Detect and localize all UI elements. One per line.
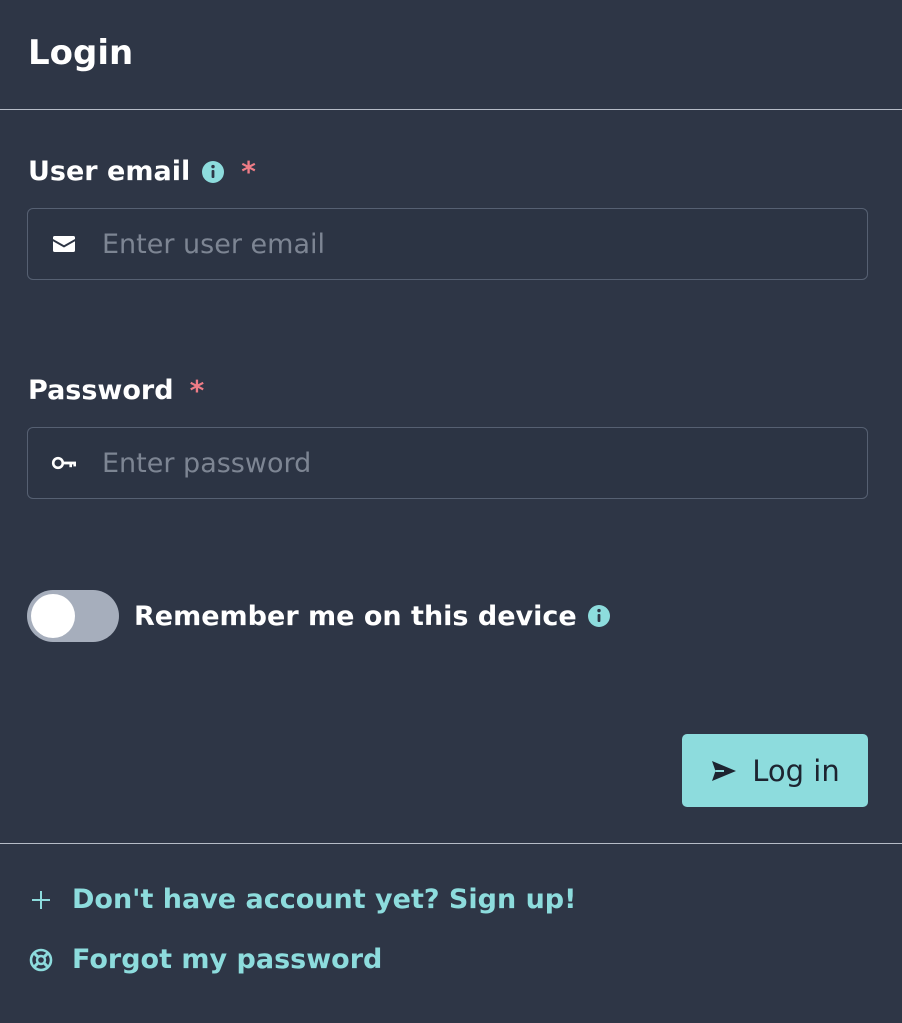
email-input-wrapper [27,208,868,280]
lifebuoy-icon [28,947,54,973]
info-icon[interactable] [201,160,225,184]
send-icon [710,757,738,785]
password-input-wrapper [27,427,868,499]
login-panel: Login User email * Password * [0,0,902,1023]
password-label: Password [28,375,174,406]
info-icon[interactable] [587,604,611,628]
remember-me-toggle[interactable] [27,590,119,642]
required-marker: * [189,374,205,407]
footer-divider [0,843,902,844]
toggle-knob [31,594,75,638]
forgot-password-label: Forgot my password [72,944,383,975]
signup-link[interactable]: Don't have account yet? Sign up! [28,884,576,915]
required-marker: * [241,155,256,188]
password-label-row: Password * [28,373,204,409]
plus-icon [28,887,54,913]
email-label-row: User email * [28,154,256,190]
envelope-icon [50,230,78,258]
login-button[interactable]: Log in [682,734,868,807]
panel-header: Login [0,0,902,110]
remember-me-row: Remember me on this device [27,590,611,642]
login-button-label: Log in [752,753,840,788]
page-title: Login [28,33,134,73]
password-field[interactable] [102,433,853,493]
email-label: User email [28,156,191,187]
remember-me-label[interactable]: Remember me on this device [134,601,577,632]
email-field[interactable] [102,214,853,274]
forgot-password-link[interactable]: Forgot my password [28,944,382,975]
key-icon [50,449,78,477]
signup-link-label: Don't have account yet? Sign up! [72,884,577,915]
